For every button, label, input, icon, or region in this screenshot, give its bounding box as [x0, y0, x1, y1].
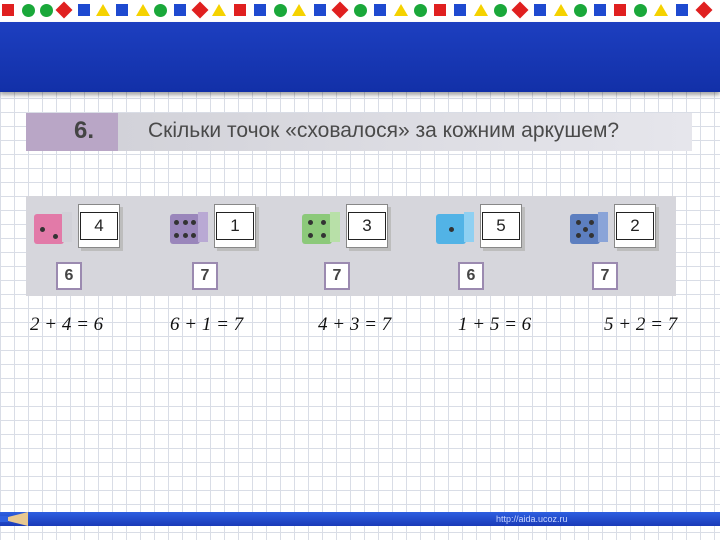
equation: 6 + 1 = 7 [170, 314, 244, 335]
red-square-icon [614, 4, 626, 16]
dice-pip [308, 220, 313, 225]
dice-cube-side [198, 212, 208, 242]
dice-pip [191, 220, 196, 225]
dots-total: 7 [324, 262, 350, 290]
red-square-icon [434, 4, 446, 16]
dice-pip [589, 220, 594, 225]
green-circle-icon [40, 4, 53, 17]
watermark: http://aida.ucoz.ru [496, 514, 568, 524]
yellow-triangle-icon [474, 4, 488, 16]
red-diamond-icon [55, 1, 73, 19]
task-title: Скільки точок «сховалося» за кожним арку… [148, 119, 620, 142]
decorative-shapes-strip [0, 0, 720, 22]
dice-cube [34, 214, 64, 244]
green-circle-icon [22, 4, 35, 17]
red-diamond-icon [511, 1, 529, 19]
dots-total: 7 [592, 262, 618, 290]
yellow-triangle-icon [96, 4, 110, 16]
dice-cube-side [62, 212, 72, 242]
dice-pip [191, 233, 196, 238]
dice-pip [576, 220, 581, 225]
hidden-dots-answer: 1 [216, 212, 254, 240]
dice-cube-side [330, 212, 340, 242]
blue-cube-icon [314, 4, 326, 16]
dice-item: 2 7 [562, 196, 692, 296]
blue-cube-icon [454, 4, 466, 16]
hidden-dots-answer: 5 [482, 212, 520, 240]
green-circle-icon [274, 4, 287, 17]
dice-pip [448, 226, 454, 232]
dice-cube [170, 214, 200, 244]
dice-pip [182, 220, 188, 225]
dice-cube-side [598, 212, 608, 242]
dice-pip [182, 233, 188, 238]
dice-pip [321, 233, 326, 238]
green-circle-icon [154, 4, 167, 17]
hidden-dots-answer: 2 [616, 212, 654, 240]
equation: 2 + 4 = 6 [30, 314, 104, 335]
dots-total: 7 [192, 262, 218, 290]
dice-pip [582, 226, 588, 232]
dice-pip [174, 220, 179, 225]
task-number-box: 6. [26, 113, 118, 151]
dice-item: 3 7 [294, 196, 424, 296]
yellow-triangle-icon [654, 4, 668, 16]
yellow-triangle-icon [292, 4, 306, 16]
blue-cube-icon [116, 4, 128, 16]
red-square-icon [2, 4, 14, 16]
dice-item: 5 6 [428, 196, 558, 296]
red-square-icon [234, 4, 246, 16]
dice-pip [321, 220, 326, 225]
green-circle-icon [414, 4, 427, 17]
red-diamond-icon [191, 1, 209, 19]
red-diamond-icon [695, 1, 713, 19]
dice-item: 1 7 [162, 196, 292, 296]
green-circle-icon [494, 4, 507, 17]
hidden-dots-answer: 3 [348, 212, 386, 240]
title-band [0, 22, 720, 92]
dice-strip: 4 6 1 7 3 7 5 6 2 7 [26, 196, 676, 296]
blue-cube-icon [676, 4, 688, 16]
dice-cube [302, 214, 332, 244]
pencil-bar [0, 512, 720, 526]
dice-pip [576, 233, 581, 238]
blue-cube-icon [254, 4, 266, 16]
equation: 1 + 5 = 6 [458, 314, 532, 335]
dice-cube [570, 214, 600, 244]
yellow-triangle-icon [136, 4, 150, 16]
red-diamond-icon [331, 1, 349, 19]
blue-cube-icon [594, 4, 606, 16]
dice-pip [40, 226, 45, 232]
blue-cube-icon [374, 4, 386, 16]
green-circle-icon [574, 4, 587, 17]
dots-total: 6 [458, 262, 484, 290]
pencil-lead-icon [0, 516, 8, 522]
dots-total: 6 [56, 262, 82, 290]
yellow-triangle-icon [212, 4, 226, 16]
equation: 5 + 2 = 7 [604, 314, 678, 335]
dice-pip [308, 233, 313, 238]
dice-cube [436, 214, 466, 244]
green-circle-icon [354, 4, 367, 17]
blue-cube-icon [174, 4, 186, 16]
blue-cube-icon [78, 4, 90, 16]
equation: 4 + 3 = 7 [318, 314, 392, 335]
dice-cube-side [464, 212, 474, 242]
task-header: 6. Скільки точок «сховалося» за кожним а… [26, 113, 692, 151]
green-circle-icon [634, 4, 647, 17]
blue-cube-icon [534, 4, 546, 16]
dice-pip [174, 233, 179, 238]
dice-pip [53, 234, 58, 239]
hidden-dots-answer: 4 [80, 212, 118, 240]
yellow-triangle-icon [394, 4, 408, 16]
yellow-triangle-icon [554, 4, 568, 16]
task-number: 6. [74, 117, 95, 144]
dice-pip [589, 233, 594, 238]
dice-item: 4 6 [26, 196, 156, 296]
